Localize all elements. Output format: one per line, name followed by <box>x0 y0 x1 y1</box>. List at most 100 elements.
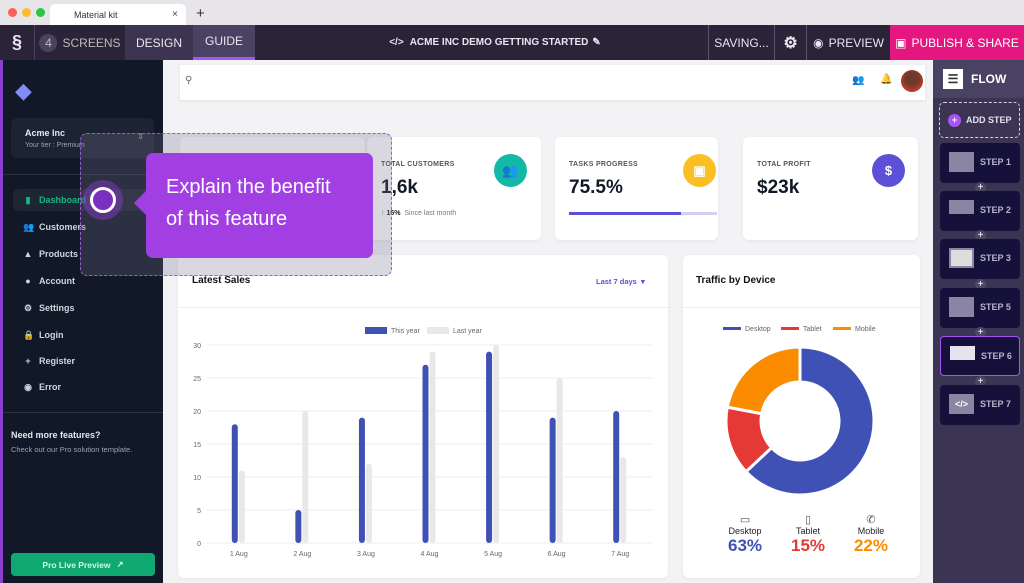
kpi-value: $23k <box>757 177 800 198</box>
promo-title: Need more features? <box>11 430 101 440</box>
sidebar-item-error[interactable]: ◉ Error <box>13 376 158 398</box>
legend-swatch <box>781 327 799 330</box>
legend-label: Mobile <box>855 326 876 333</box>
sidebar-item-label: Customers <box>39 222 87 232</box>
x-tick-label: 2 Aug <box>293 551 311 558</box>
org-tier: Your tier : Premium <box>25 142 85 149</box>
pencil-icon[interactable]: ✎ <box>592 37 600 48</box>
tasks-progress-fill <box>569 212 681 215</box>
step-label: STEP 5 <box>980 302 1011 312</box>
project-title-text: ACME INC DEMO GETTING STARTED <box>409 37 589 48</box>
step-5[interactable]: STEP 5 <box>940 288 1020 328</box>
kpi-card-customers: TOTAL CUSTOMERS 1,6k 👥 ↑ 16% Since last … <box>367 137 541 240</box>
bar-this-year <box>613 411 620 543</box>
preview-label: PREVIEW <box>828 35 884 50</box>
sidebar-item-settings[interactable]: ⚙ Settings <box>13 297 158 319</box>
close-window-icon[interactable] <box>8 8 17 17</box>
publish-label: PUBLISH & SHARE <box>911 35 1019 50</box>
logo-icon: § <box>0 25 35 60</box>
users-icon: 👥 <box>494 154 527 187</box>
sidebar-item-label: Login <box>39 330 64 340</box>
device-value: 22% <box>853 536 888 555</box>
x-tick-label: 7 Aug <box>611 551 629 558</box>
close-tab-icon[interactable]: × <box>172 9 178 20</box>
screens-count: 4 <box>39 33 58 52</box>
bar-last-year <box>556 378 563 543</box>
org-name: Acme Inc <box>25 128 66 138</box>
screens-label: SCREENS <box>62 35 121 50</box>
divider <box>683 307 920 308</box>
list-icon: ☰ <box>943 69 963 89</box>
y-tick-label: 5 <box>197 508 201 515</box>
promo-text: Check out our Pro solution template. <box>11 445 133 454</box>
step-3[interactable]: STEP 3 <box>940 239 1020 279</box>
step-7[interactable]: </> STEP 7 <box>940 385 1020 425</box>
modal-step-icon <box>949 248 974 268</box>
legend-label: Last year <box>453 328 482 335</box>
browser-tab[interactable]: Material kit × <box>50 4 186 25</box>
donut-slice-mobile <box>725 345 802 416</box>
kpi-label: TOTAL CUSTOMERS <box>381 161 455 168</box>
step-label: STEP 2 <box>980 205 1011 215</box>
y-tick-label: 25 <box>193 376 201 383</box>
pro-live-preview-button[interactable]: Pro Live Preview ↗ <box>11 553 155 576</box>
avatar[interactable] <box>901 70 923 92</box>
sidebar-item-label: Error <box>39 382 62 392</box>
insert-chart-icon: ▣ <box>683 154 716 187</box>
bar-this-year <box>422 364 429 543</box>
step-2[interactable]: STEP 2 <box>940 191 1020 231</box>
bell-icon[interactable]: 🔔 <box>880 74 892 85</box>
pro-button-label: Pro Live Preview <box>42 559 111 570</box>
search-icon[interactable]: ⚲ <box>185 75 192 86</box>
legend-swatch <box>833 327 851 330</box>
contacts-icon[interactable]: 👥 <box>852 75 864 86</box>
code-icon: </> <box>949 394 974 414</box>
minimize-window-icon[interactable] <box>22 8 31 17</box>
bar-last-year <box>493 345 500 543</box>
eye-icon: ◉ <box>813 35 824 50</box>
add-step-button[interactable]: + ADD STEP <box>939 102 1020 138</box>
app-toolbar: § 4 SCREENS DESIGN GUIDE </> ACME INC DEMO… <box>0 25 1024 60</box>
step-1[interactable]: STEP 1 <box>940 143 1020 183</box>
sidebar-item-login[interactable]: 🔒 Login <box>13 324 158 346</box>
range-select[interactable]: Last 7 days ▾ <box>596 277 645 286</box>
publish-share-button[interactable]: ▣ PUBLISH & SHARE <box>890 25 1024 60</box>
settings-icon: ⚙ <box>23 302 33 313</box>
tab-guide[interactable]: GUIDE <box>193 25 255 60</box>
top-search-bar: ⚲ 👥 🔔 <box>180 65 925 100</box>
tablet-icon: ▯ <box>804 514 812 526</box>
sidebar-item-label: Settings <box>39 303 75 313</box>
legend-label: Desktop <box>745 326 771 333</box>
tooltip-line-2: of this feature <box>166 208 288 230</box>
caret-down-icon: ▾ <box>641 277 645 286</box>
kpi-label: TASKS PROGRESS <box>569 161 639 168</box>
device-name: Desktop <box>728 526 762 536</box>
tab-design[interactable]: DESIGN <box>125 25 193 60</box>
traffic-donut-chart: Desktop Tablet Mobile <box>723 326 876 497</box>
guide-tooltip[interactable]: Explain the benefit of this feature <box>134 153 373 258</box>
bar-this-year <box>549 417 556 543</box>
sidebar-item-register[interactable]: + Register <box>13 350 158 372</box>
maximize-window-icon[interactable] <box>36 8 45 17</box>
step-label: STEP 3 <box>980 253 1011 263</box>
kpi-card-profit: TOTAL PROFIT $23k $ <box>743 137 918 240</box>
bag-icon: ▲ <box>23 249 33 259</box>
legend-swatch <box>723 327 741 330</box>
tasks-progress-bar <box>569 212 717 215</box>
new-tab-button[interactable]: + <box>196 5 205 22</box>
hotspot-beacon[interactable] <box>90 187 116 213</box>
users-icon: 👥 <box>23 221 35 232</box>
user-icon: ● <box>25 276 31 286</box>
laptop-icon: ▭ <box>739 514 751 526</box>
sidebar-item-label: Register <box>39 356 76 366</box>
kpi-delta: ↑ 16% Since last month <box>381 210 456 217</box>
y-tick-label: 20 <box>193 409 201 416</box>
external-link-icon: ↗ <box>116 559 124 569</box>
gear-icon[interactable]: ⚙ <box>775 25 807 60</box>
project-title[interactable]: </> ACME INC DEMO GETTING STARTED ✎ <box>380 25 610 60</box>
bar-last-year <box>365 463 372 543</box>
preview-button[interactable]: ◉ PREVIEW <box>807 25 890 60</box>
device-name: Mobile <box>857 526 885 536</box>
screens-button[interactable]: 4 SCREENS <box>35 25 125 60</box>
step-6[interactable]: STEP 6 <box>940 336 1020 376</box>
